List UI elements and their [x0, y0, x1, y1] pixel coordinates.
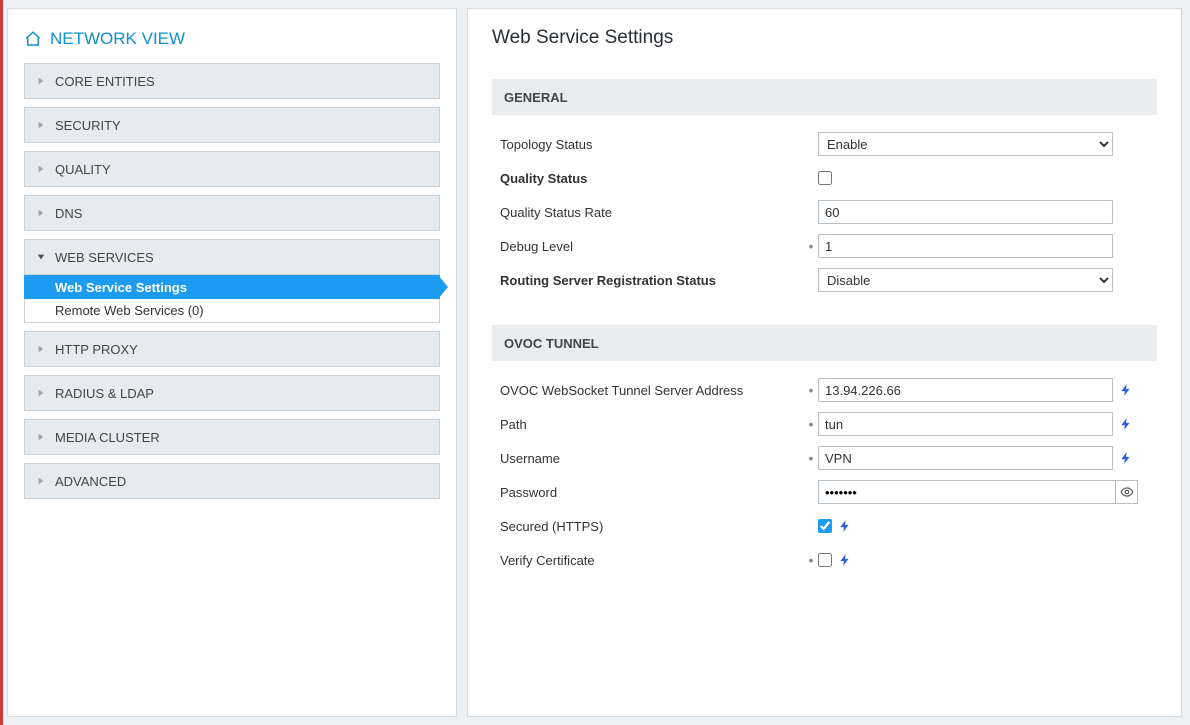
- lightning-icon[interactable]: [838, 517, 852, 535]
- sub-items-web-services: Web Service Settings Remote Web Services…: [24, 275, 440, 323]
- label-quality-status: Quality Status: [492, 171, 806, 186]
- sidebar-item-label: WEB SERVICES: [55, 250, 154, 265]
- debug-level-input[interactable]: [818, 234, 1113, 258]
- ovoc-path-input[interactable]: [818, 412, 1113, 436]
- eye-icon[interactable]: [1115, 481, 1137, 503]
- label-ovoc-password: Password: [492, 485, 806, 500]
- lightning-icon[interactable]: [838, 551, 852, 569]
- sidebar-item-label: DNS: [55, 206, 82, 221]
- label-routing-reg: Routing Server Registration Status: [492, 273, 806, 288]
- label-debug-level: Debug Level: [492, 239, 806, 254]
- lightning-icon[interactable]: [1119, 415, 1133, 433]
- label-ovoc-secured: Secured (HTTPS): [492, 519, 806, 534]
- lightning-icon[interactable]: [1119, 381, 1133, 399]
- sidebar-item-security[interactable]: SECURITY: [24, 107, 440, 143]
- label-ovoc-username: Username: [492, 451, 806, 466]
- row-quality-status-rate: Quality Status Rate •: [492, 197, 1157, 227]
- modified-dot-icon: •: [806, 239, 816, 253]
- sidebar-item-label: RADIUS & LDAP: [55, 386, 154, 401]
- row-quality-status: Quality Status •: [492, 163, 1157, 193]
- row-ovoc-username: Username •: [492, 443, 1157, 473]
- row-ovoc-verify: Verify Certificate •: [492, 545, 1157, 575]
- label-quality-status-rate: Quality Status Rate: [492, 205, 806, 220]
- view-title-text: NETWORK VIEW: [50, 29, 185, 49]
- row-topology-status: Topology Status • Enable: [492, 129, 1157, 159]
- modified-dot-icon: •: [806, 417, 816, 431]
- modified-dot-icon: •: [806, 383, 816, 397]
- sidebar-item-label: ADVANCED: [55, 474, 126, 489]
- subitem-web-service-settings[interactable]: Web Service Settings: [24, 275, 440, 299]
- row-ovoc-server: OVOC WebSocket Tunnel Server Address •: [492, 375, 1157, 405]
- sidebar-item-label: HTTP PROXY: [55, 342, 138, 357]
- quality-status-checkbox[interactable]: [818, 171, 832, 185]
- chevron-right-icon: [37, 121, 45, 129]
- row-debug-level: Debug Level •: [492, 231, 1157, 261]
- section-ovoc-header: OVOC TUNNEL: [492, 325, 1157, 361]
- sidebar-item-label: SECURITY: [55, 118, 121, 133]
- chevron-right-icon: [37, 345, 45, 353]
- label-topology-status: Topology Status: [492, 137, 806, 152]
- page-title: Web Service Settings: [492, 27, 1157, 49]
- chevron-right-icon: [37, 433, 45, 441]
- sub-item-label: Remote Web Services (0): [55, 303, 204, 318]
- lightning-icon[interactable]: [1119, 449, 1133, 467]
- ovoc-server-input[interactable]: [818, 378, 1113, 402]
- modified-dot-icon: •: [806, 451, 816, 465]
- view-title: NETWORK VIEW: [24, 21, 440, 63]
- chevron-right-icon: [37, 165, 45, 173]
- sidebar: NETWORK VIEW CORE ENTITIES SECURITY QUAL…: [7, 8, 457, 717]
- chevron-right-icon: [37, 389, 45, 397]
- topology-status-select[interactable]: Enable: [818, 132, 1113, 156]
- sidebar-item-quality[interactable]: QUALITY: [24, 151, 440, 187]
- main-panel: Web Service Settings GENERAL Topology St…: [467, 8, 1182, 717]
- ovoc-password-input[interactable]: [819, 481, 1115, 503]
- chevron-down-icon: [37, 253, 45, 261]
- sidebar-item-advanced[interactable]: ADVANCED: [24, 463, 440, 499]
- chevron-right-icon: [37, 209, 45, 217]
- ovoc-secured-checkbox[interactable]: [818, 519, 832, 533]
- row-ovoc-secured: Secured (HTTPS) •: [492, 511, 1157, 541]
- section-general-header: GENERAL: [492, 79, 1157, 115]
- label-ovoc-path: Path: [492, 417, 806, 432]
- sidebar-item-media-cluster[interactable]: MEDIA CLUSTER: [24, 419, 440, 455]
- routing-reg-select[interactable]: Disable: [818, 268, 1113, 292]
- chevron-right-icon: [37, 477, 45, 485]
- sidebar-item-core-entities[interactable]: CORE ENTITIES: [24, 63, 440, 99]
- sidebar-item-label: CORE ENTITIES: [55, 74, 155, 89]
- sidebar-item-dns[interactable]: DNS: [24, 195, 440, 231]
- subitem-remote-web-services[interactable]: Remote Web Services (0): [24, 299, 440, 323]
- label-ovoc-verify: Verify Certificate: [492, 553, 806, 568]
- sub-item-label: Web Service Settings: [55, 280, 187, 295]
- sidebar-item-web-services[interactable]: WEB SERVICES: [24, 239, 440, 275]
- row-ovoc-path: Path •: [492, 409, 1157, 439]
- sidebar-item-label: MEDIA CLUSTER: [55, 430, 160, 445]
- sidebar-item-http-proxy[interactable]: HTTP PROXY: [24, 331, 440, 367]
- row-routing-reg: Routing Server Registration Status • Dis…: [492, 265, 1157, 295]
- sidebar-item-label: QUALITY: [55, 162, 111, 177]
- password-wrapper: [818, 480, 1138, 504]
- label-ovoc-server: OVOC WebSocket Tunnel Server Address: [492, 383, 806, 398]
- home-icon: [24, 30, 42, 48]
- quality-status-rate-input[interactable]: [818, 200, 1113, 224]
- row-ovoc-password: Password •: [492, 477, 1157, 507]
- ovoc-username-input[interactable]: [818, 446, 1113, 470]
- modified-dot-icon: •: [806, 553, 816, 567]
- sidebar-item-radius-ldap[interactable]: RADIUS & LDAP: [24, 375, 440, 411]
- chevron-right-icon: [37, 77, 45, 85]
- ovoc-verify-checkbox[interactable]: [818, 553, 832, 567]
